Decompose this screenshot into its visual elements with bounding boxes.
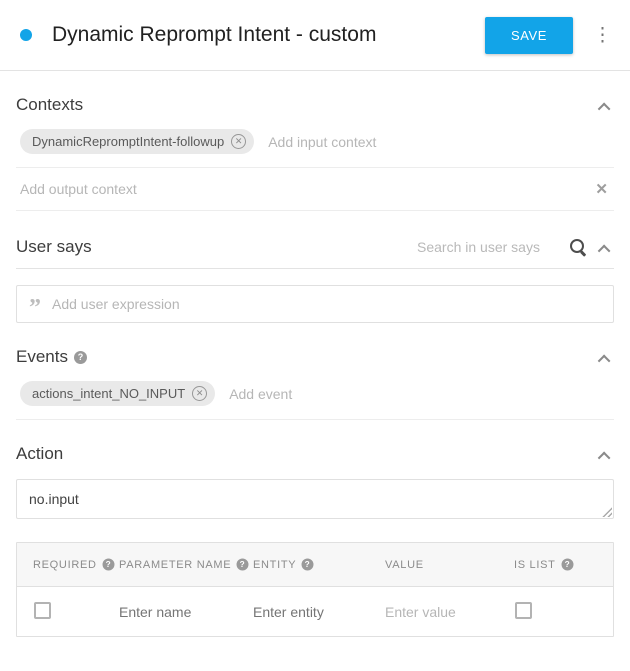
parameters-table-header: REQUIRED ? PARAMETER NAME ? ENTITY ? VAL… [17,543,613,587]
user-says-title: User says [16,237,92,257]
event-chip-label: actions_intent_NO_INPUT [32,386,185,401]
add-event-field[interactable] [229,386,610,402]
column-parameter-name: PARAMETER NAME ? [119,558,253,571]
add-input-context-field[interactable] [268,134,610,150]
user-says-collapse-icon[interactable] [598,244,611,257]
is-list-help-icon: ? [561,559,573,571]
column-required-label: REQUIRED [33,559,97,571]
action-title: Action [16,444,63,464]
add-output-context-field[interactable] [20,181,595,197]
events-collapse-icon[interactable] [598,354,611,367]
action-input-box [16,479,614,519]
intent-header: Dynamic Reprompt Intent - custom SAVE ⋮ [0,0,630,71]
is-list-cell [514,602,597,622]
search-icon[interactable] [569,238,587,256]
parameter-name-input[interactable] [119,604,253,620]
remove-event-icon[interactable]: ✕ [192,386,207,401]
required-help-icon: ? [102,559,114,571]
intent-editor-page: Dynamic Reprompt Intent - custom SAVE ⋮ … [0,0,630,637]
column-parameter-name-label: PARAMETER NAME [119,559,231,571]
column-value-label: VALUE [385,559,424,571]
parameter-row [17,587,613,636]
required-cell [33,602,119,622]
column-required: REQUIRED ? [33,558,119,571]
event-chip[interactable]: actions_intent_NO_INPUT ✕ [20,381,215,406]
column-entity-label: ENTITY [253,559,296,571]
search-user-says-input[interactable] [417,239,567,255]
column-entity: ENTITY ? [253,558,385,571]
contexts-title: Contexts [16,95,83,115]
value-cell [385,604,514,620]
kebab-menu-icon[interactable]: ⋮ [593,26,612,45]
contexts-section-header: Contexts [16,95,614,115]
action-section-header: Action [16,444,614,464]
quote-icon: ” [29,303,41,313]
output-contexts-row: ✕ [16,168,614,211]
page-title: Dynamic Reprompt Intent - custom [52,23,485,47]
resize-handle[interactable] [602,507,612,517]
action-name-input[interactable] [29,491,601,507]
parameters-table: REQUIRED ? PARAMETER NAME ? ENTITY ? VAL… [16,542,614,637]
input-context-chip[interactable]: DynamicRepromptIntent-followup ✕ [20,129,254,154]
intent-status-dot [20,29,32,41]
user-expression-box: ” [16,285,614,323]
events-row: actions_intent_NO_INPUT ✕ [16,367,614,420]
contexts-collapse-icon[interactable] [598,102,611,115]
is-list-checkbox[interactable] [515,602,532,619]
add-user-expression-field[interactable] [52,296,601,312]
value-input[interactable] [385,604,514,620]
column-is-list: IS LIST ? [514,558,597,571]
parameter-name-cell [119,604,253,620]
entity-help-icon: ? [302,559,314,571]
parameter-name-help-icon: ? [237,559,249,571]
events-title: Events [16,347,68,367]
action-collapse-icon[interactable] [598,451,611,464]
input-contexts-row: DynamicRepromptIntent-followup ✕ [16,115,614,168]
clear-contexts-icon[interactable]: ✕ [595,182,608,197]
entity-cell [253,604,385,620]
remove-input-context-icon[interactable]: ✕ [231,134,246,149]
user-says-section-header: User says [16,237,614,269]
intent-body: Contexts DynamicRepromptIntent-followup … [0,95,630,637]
events-section-header: Events ? [16,347,614,367]
entity-input[interactable] [253,604,385,620]
input-context-chip-label: DynamicRepromptIntent-followup [32,134,224,149]
required-checkbox[interactable] [34,602,51,619]
save-button[interactable]: SAVE [485,17,573,54]
column-value: VALUE [385,559,514,571]
events-help-icon: ? [74,351,87,364]
column-is-list-label: IS LIST [514,559,556,571]
